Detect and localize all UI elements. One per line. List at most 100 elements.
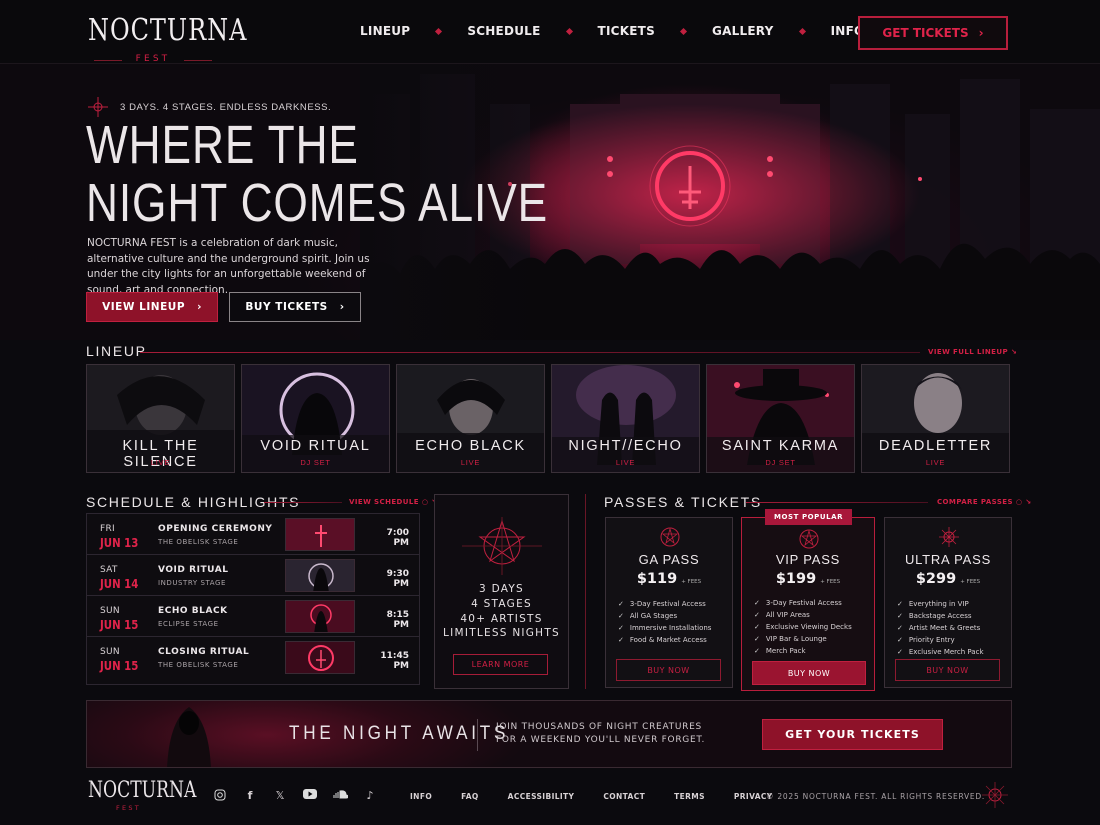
facebook-icon[interactable]: f bbox=[242, 789, 258, 803]
pass-fees: + FEES bbox=[960, 579, 981, 585]
nav-tickets[interactable]: TICKETS bbox=[598, 24, 655, 38]
nav-schedule[interactable]: SCHEDULE bbox=[467, 24, 540, 38]
pass-price-value: $119 bbox=[636, 571, 678, 587]
buy-tickets-button[interactable]: BUY TICKETS › bbox=[229, 292, 361, 322]
logo[interactable]: NOCTURNA FEST bbox=[88, 14, 246, 65]
footer-logo[interactable]: NOCTURNA FEST bbox=[88, 778, 227, 812]
schedule-row[interactable]: SUN JUN 15 CLOSING RITUAL THE OBELISK ST… bbox=[87, 637, 419, 678]
schedule-stage: THE OBELISK STAGE bbox=[158, 538, 239, 546]
footer-link-info[interactable]: INFO bbox=[410, 792, 432, 801]
highlight-artists: 40+ ARTISTS bbox=[460, 612, 543, 625]
artist-photo bbox=[707, 365, 854, 472]
highlight-days: 3 DAYS bbox=[479, 583, 524, 595]
pass-price-value: $299 bbox=[915, 571, 957, 587]
pass-feature: Backstage Access bbox=[897, 610, 984, 622]
schedule-row[interactable]: FRI JUN 13 OPENING CEREMONY THE OBELISK … bbox=[87, 514, 419, 555]
schedule-title: VOID RITUAL bbox=[158, 565, 229, 575]
footer-logo-wordmark: NOCTURNA bbox=[88, 778, 197, 803]
hero: 3 DAYS. 4 STAGES. ENDLESS DARKNESS. WHER… bbox=[0, 64, 1100, 340]
pass-features: 3-Day Festival Access All GA Stages Imme… bbox=[618, 598, 712, 646]
hero-title: WHERE THE NIGHT COMES ALIVE bbox=[86, 116, 548, 232]
artist-name: DEADLETTER bbox=[878, 438, 993, 454]
artist-name: SAINT KARMA bbox=[721, 438, 840, 454]
footer-link-accessibility[interactable]: ACCESSIBILITY bbox=[508, 792, 575, 801]
view-schedule-link[interactable]: VIEW SCHEDULE ○ ↘ bbox=[349, 498, 438, 506]
compare-passes-link[interactable]: COMPARE PASSES ○ ↘ bbox=[937, 498, 1031, 506]
schedule-date: JUN 14 bbox=[100, 577, 139, 591]
highlights-text: 3 DAYS 4 STAGES 40+ ARTISTS LIMITLESS NI… bbox=[435, 582, 568, 641]
vertical-divider bbox=[585, 494, 586, 689]
pass-feature: Immersive Installations bbox=[618, 622, 712, 634]
artist-card[interactable]: SAINT KARMA DJ SET bbox=[706, 364, 855, 473]
schedule-row[interactable]: SAT JUN 14 VOID RITUAL INDUSTRY STAGE 9:… bbox=[87, 555, 419, 596]
crosshair-icon bbox=[88, 97, 108, 117]
nav-divider-dot bbox=[435, 27, 443, 35]
pass-fees: + FEES bbox=[820, 579, 841, 585]
view-full-lineup-link[interactable]: VIEW FULL LINEUP ↘ bbox=[928, 348, 1017, 356]
logo-sub: FEST bbox=[88, 54, 218, 64]
schedule-date: JUN 15 bbox=[100, 618, 139, 632]
schedule-thumbnail bbox=[285, 641, 355, 674]
chevron-right-icon: ↘ bbox=[1010, 348, 1018, 356]
schedule-date: JUN 13 bbox=[100, 536, 139, 550]
artist-type: DJ SET bbox=[765, 458, 796, 467]
view-schedule-label: VIEW SCHEDULE bbox=[349, 498, 419, 506]
pass-price: $199 + FEES bbox=[742, 571, 874, 587]
footer-links: INFO FAQ ACCESSIBILITY CONTACT TERMS PRI… bbox=[410, 792, 802, 801]
artist-type: LIVE bbox=[925, 458, 946, 467]
schedule-title: ECHO BLACK bbox=[158, 606, 228, 616]
schedule-thumbnail bbox=[285, 600, 355, 633]
pass-card-vip: VIP PASS $199+ FEES 3-Day Festival Acces… bbox=[741, 517, 875, 691]
nav-links: LINEUP SCHEDULE TICKETS GALLERY INFO bbox=[360, 24, 864, 38]
divider-line bbox=[264, 502, 342, 503]
artist-card[interactable]: KILL THE SILENCE LIVE bbox=[86, 364, 235, 473]
buy-now-button[interactable]: BUY NOW bbox=[752, 661, 866, 685]
pass-feature: Exclusive Viewing Decks bbox=[754, 621, 852, 633]
social-links: f 𝕏 ♪ bbox=[212, 789, 378, 803]
schedule-day: SUN bbox=[100, 606, 120, 616]
divider-line bbox=[140, 352, 920, 353]
instagram-icon[interactable] bbox=[212, 789, 228, 803]
view-lineup-button[interactable]: VIEW LINEUP › bbox=[86, 292, 218, 322]
youtube-icon[interactable] bbox=[302, 789, 318, 803]
pass-card-ga: GA PASS $119+ FEES 3-Day Festival Access… bbox=[605, 517, 733, 688]
highlights-box: 3 DAYS 4 STAGES 40+ ARTISTS LIMITLESS NI… bbox=[434, 494, 569, 689]
soundcloud-icon[interactable] bbox=[332, 789, 349, 803]
artist-card[interactable]: VOID RITUAL DJ SET bbox=[241, 364, 390, 473]
learn-more-button[interactable]: LEARN MORE bbox=[453, 654, 548, 675]
schedule-stage: ECLIPSE STAGE bbox=[158, 620, 219, 628]
nav-divider-dot bbox=[679, 27, 688, 35]
artist-type: LIVE bbox=[615, 458, 636, 467]
footer-link-contact[interactable]: CONTACT bbox=[603, 792, 645, 801]
artist-card[interactable]: DEADLETTER LIVE bbox=[861, 364, 1010, 473]
artist-name: VOID RITUAL bbox=[260, 438, 371, 454]
pass-feature: 3-Day Festival Access bbox=[618, 598, 711, 610]
nav-gallery[interactable]: GALLERY bbox=[712, 24, 774, 38]
get-your-tickets-button[interactable]: GET YOUR TICKETS bbox=[762, 719, 943, 750]
footer-link-faq[interactable]: FAQ bbox=[461, 792, 479, 801]
compare-passes-label: COMPARE PASSES bbox=[937, 498, 1013, 506]
hero-tagline: 3 DAYS. 4 STAGES. ENDLESS DARKNESS. bbox=[88, 97, 331, 117]
nav-lineup[interactable]: LINEUP bbox=[360, 24, 410, 38]
schedule-row[interactable]: SUN JUN 15 ECHO BLACK ECLIPSE STAGE 8:15… bbox=[87, 596, 419, 637]
buy-now-button[interactable]: BUY NOW bbox=[895, 659, 1000, 681]
get-tickets-button[interactable]: GET TICKETS › bbox=[858, 16, 1008, 50]
pass-fees: + FEES bbox=[681, 579, 702, 585]
schedule-thumbnail bbox=[285, 559, 355, 592]
pass-card-ultra: ULTRA PASS $299+ FEES Everything in VIP … bbox=[884, 517, 1012, 688]
artist-card[interactable]: NIGHT//ECHO LIVE bbox=[551, 364, 700, 473]
schedule-time: 8:15 PM bbox=[386, 610, 409, 630]
tiktok-icon[interactable]: ♪ bbox=[362, 789, 378, 803]
pass-emblem-icon bbox=[799, 529, 819, 549]
buy-now-button[interactable]: BUY NOW bbox=[616, 659, 721, 681]
pass-feature: 3-Day Festival Access bbox=[754, 597, 852, 609]
chevron-right-icon: › bbox=[339, 301, 345, 313]
sigil-icon bbox=[982, 782, 1008, 808]
chevron-right-icon: › bbox=[197, 301, 202, 313]
artist-photo bbox=[552, 365, 699, 472]
artist-card[interactable]: ECHO BLACK LIVE bbox=[396, 364, 545, 473]
footer-link-terms[interactable]: TERMS bbox=[674, 792, 705, 801]
pass-feature: All VIP Areas bbox=[754, 609, 852, 621]
schedule-time: 9:30 PM bbox=[386, 569, 409, 589]
x-icon[interactable]: 𝕏 bbox=[272, 789, 288, 803]
